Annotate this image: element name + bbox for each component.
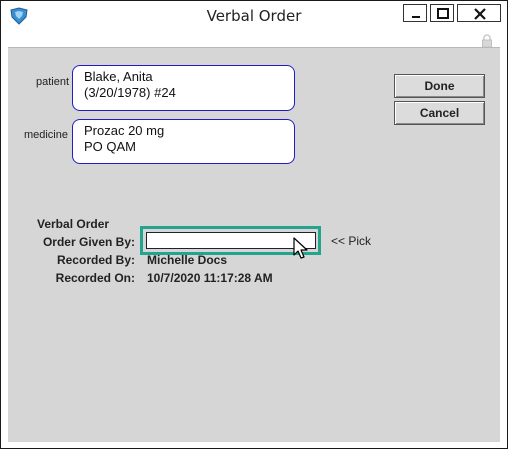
maximize-icon: [437, 8, 449, 19]
recorded-on-value: 10/7/2020 11:17:28 AM: [147, 271, 273, 285]
medicine-name: Prozac 20 mg: [84, 123, 165, 138]
order-given-by-label: Order Given By:: [42, 235, 135, 249]
mouse-pointer-icon: [293, 237, 308, 259]
close-icon: [474, 8, 486, 20]
medicine-label: medicine: [23, 129, 68, 141]
recorded-on-label: Recorded On:: [55, 271, 135, 285]
done-button[interactable]: Done: [394, 74, 485, 98]
minimize-icon: [412, 16, 420, 18]
patient-label: patient: [35, 76, 69, 88]
minimize-button[interactable]: [403, 4, 427, 22]
toolbar-strip: [8, 31, 500, 47]
medicine-route: PO QAM: [84, 139, 137, 154]
lock-icon: [482, 34, 492, 48]
close-button[interactable]: [457, 4, 501, 22]
patient-name: Blake, Anita: [84, 69, 153, 84]
maximize-button[interactable]: [430, 4, 454, 22]
pick-link[interactable]: << Pick: [331, 234, 371, 248]
order-given-by-input[interactable]: [146, 232, 316, 249]
verbal-order-heading: Verbal Order: [37, 217, 110, 231]
recorded-by-value: Michelle Docs: [147, 253, 228, 267]
title-bar[interactable]: Verbal Order: [1, 1, 507, 31]
patient-field: Blake, Anita (3/20/1978) #24: [72, 65, 295, 111]
recorded-by-label: Recorded By:: [56, 253, 135, 267]
verbal-order-window: Verbal Order patient Blake, Anita (3/20/…: [0, 0, 508, 449]
medicine-field: Prozac 20 mg PO QAM: [72, 119, 295, 164]
cancel-button[interactable]: Cancel: [394, 101, 485, 125]
patient-dob: (3/20/1978) #24: [84, 85, 176, 100]
